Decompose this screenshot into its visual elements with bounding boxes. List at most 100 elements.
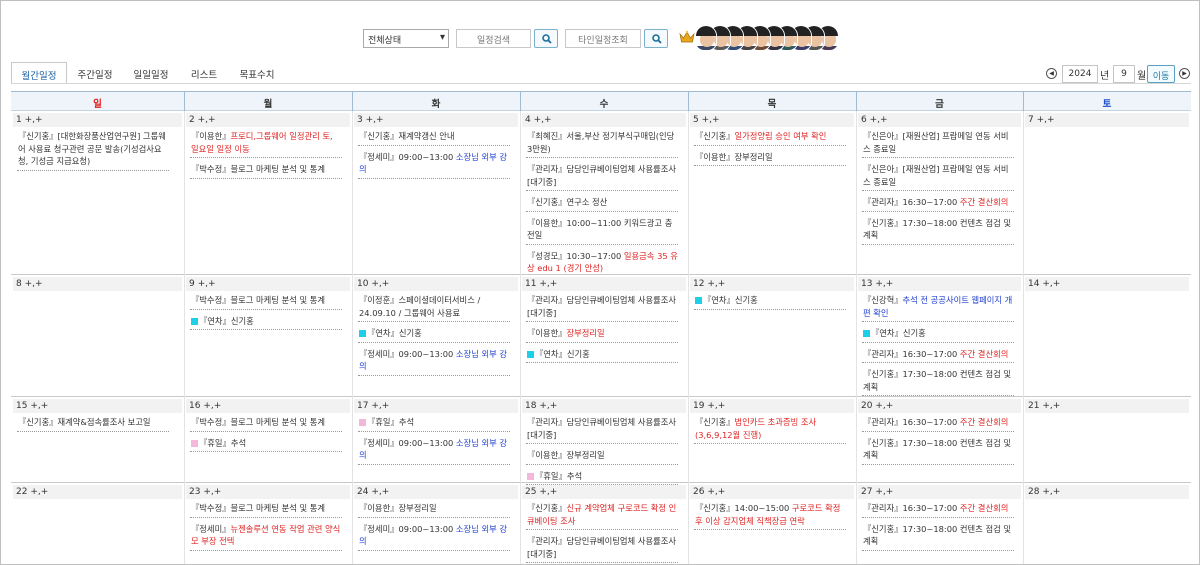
day-number[interactable]: 7 +,+ xyxy=(1028,115,1055,125)
day-number[interactable]: 24 +,+ xyxy=(357,487,389,497)
calendar-event[interactable]: 『박수정』블로그 마케팅 분석 및 통계 xyxy=(190,415,342,432)
day-number[interactable]: 14 +,+ xyxy=(1028,279,1060,289)
calendar-event[interactable]: 『관리자』16:30~17:00 주간 결산회의 xyxy=(862,415,1014,432)
calendar-event[interactable]: 『휴일』추석 xyxy=(358,415,510,432)
day-cell[interactable]: 22 +,+ xyxy=(11,483,184,564)
day-number[interactable]: 8 +,+ xyxy=(16,279,43,289)
day-number[interactable]: 19 +,+ xyxy=(693,401,725,411)
day-cell[interactable]: 14 +,+ xyxy=(1023,275,1191,397)
day-cell[interactable]: 17 +,+ 『휴일』추석 『정세미』09:00~13:00 소장님 외부 강의 xyxy=(352,397,520,483)
day-number[interactable]: 28 +,+ xyxy=(1028,487,1060,497)
day-number[interactable]: 3 +,+ xyxy=(357,115,384,125)
calendar-event[interactable]: 『신기홍』[대한화장품산업연구원] 그룹웨어 사용료 청구관련 공문 발송(기성… xyxy=(17,129,169,171)
day-number[interactable]: 5 +,+ xyxy=(693,115,720,125)
day-number[interactable]: 12 +,+ xyxy=(693,279,725,289)
calendar-event[interactable]: 『관리자』담당인큐베이팅업체 사용률조사 [대기중] xyxy=(526,534,678,563)
day-cell[interactable]: 21 +,+ xyxy=(1023,397,1191,483)
day-number[interactable]: 1 +,+ xyxy=(16,115,43,125)
day-cell[interactable]: 19 +,+ 『신기홍』법인카드 초과증빙 조사 (3,6,9,12월 진행) xyxy=(688,397,856,483)
calendar-event[interactable]: 『이용한』프로디,그룹웨어 일정관리 토, 일요일 일정 이동 xyxy=(190,129,342,158)
year-input[interactable]: 2024 xyxy=(1062,65,1098,83)
calendar-event[interactable]: 『신기홍』법인카드 초과증빙 조사 (3,6,9,12월 진행) xyxy=(694,415,846,444)
calendar-event[interactable]: 『관리자』16:30~17:00 주간 결산회의 xyxy=(862,195,1014,212)
calendar-event[interactable]: 『신기홍』재계약&점속률조사 보고일 xyxy=(17,415,169,432)
calendar-event[interactable]: 『신기홍』연구소 정산 xyxy=(526,195,678,212)
calendar-event[interactable]: 『신기홍』17:30~18:00 컨텐츠 점검 및 계획 xyxy=(862,522,1014,551)
calendar-event[interactable]: 『신기홍』14:00~15:00 구로코드 확정 후 이상 감지업체 직책장급 … xyxy=(694,501,846,530)
day-cell[interactable]: 23 +,+ 『박수정』블로그 마케팅 분석 및 통계 『정세미』뉴젠솔루션 연동 … xyxy=(184,483,352,564)
day-number[interactable]: 2 +,+ xyxy=(189,115,216,125)
prev-month-icon[interactable]: ◀ xyxy=(1046,68,1057,79)
calendar-event[interactable]: 『박수정』블로그 마케팅 분석 및 통계 xyxy=(190,162,342,179)
day-cell[interactable]: 13 +,+ 『신강혁』추석 전 공공사이트 웹페이지 개편 확인 『연차』신기홍 『… xyxy=(856,275,1023,397)
day-number[interactable]: 25 +,+ xyxy=(525,487,557,497)
tab-4[interactable]: 리스트 xyxy=(179,62,229,84)
calendar-event[interactable]: 『성경모』10:30~17:00 일용금속 35 유상 edu 1 (경기 안성… xyxy=(526,249,678,278)
day-number[interactable]: 16 +,+ xyxy=(189,401,221,411)
calendar-event[interactable]: 『정세미』09:00~13:00 소장님 외부 강의 xyxy=(358,436,510,465)
calendar-event[interactable]: 『이용한』10:00~11:00 키워드광고 충전일 xyxy=(526,216,678,245)
day-number[interactable]: 11 +,+ xyxy=(525,279,557,289)
other-schedule-search-button[interactable] xyxy=(644,29,668,48)
calendar-event[interactable]: 『신기홍』일가정양립 승인 여부 확인 xyxy=(694,129,846,146)
day-number[interactable]: 9 +,+ xyxy=(189,279,216,289)
calendar-event[interactable]: 『신강혁』추석 전 공공사이트 웹페이지 개편 확인 xyxy=(862,293,1014,322)
day-cell[interactable]: 16 +,+ 『박수정』블로그 마케팅 분석 및 통계 『휴일』추석 xyxy=(184,397,352,483)
day-number[interactable]: 26 +,+ xyxy=(693,487,725,497)
day-cell[interactable]: 4 +,+ 『최혜진』서울,부산 정기부식구매입(인당3만원) 『관리자』담당인큐베… xyxy=(520,111,688,278)
tab-2[interactable]: 주간일정 xyxy=(67,62,123,84)
calendar-event[interactable]: 『연차』신기홍 xyxy=(862,326,1014,343)
month-input[interactable]: 9 xyxy=(1113,65,1135,83)
day-number[interactable]: 27 +,+ xyxy=(861,487,893,497)
calendar-event[interactable]: 『연차』신기홍 xyxy=(694,293,846,310)
day-number[interactable]: 13 +,+ xyxy=(861,279,893,289)
day-number[interactable]: 15 +,+ xyxy=(16,401,48,411)
calendar-event[interactable]: 『신기홍』17:30~18:00 컨텐츠 점검 및 계획 xyxy=(862,216,1014,245)
calendar-event[interactable]: 『신기홍』신규 계약업체 구로코드 확정 인큐베이팅 조사 xyxy=(526,501,678,530)
member-avatar[interactable] xyxy=(695,25,717,51)
day-number[interactable]: 21 +,+ xyxy=(1028,401,1060,411)
calendar-event[interactable]: 『이용한』장부정리일 xyxy=(526,326,678,343)
calendar-event[interactable]: 『박수정』블로그 마케팅 분석 및 통계 xyxy=(190,501,342,518)
calendar-event[interactable]: 『신은아』[재원산업] 프랍메일 연동 서비스 종료일 xyxy=(862,129,1014,158)
go-button[interactable]: 이동 xyxy=(1147,65,1175,83)
calendar-event[interactable]: 『이용한』장부정리일 xyxy=(358,501,510,518)
day-cell[interactable]: 18 +,+ 『관리자』담당인큐베이팅업체 사용률조사 [대기중] 『이용한』장부정… xyxy=(520,397,688,485)
day-cell[interactable]: 25 +,+ 『신기홍』신규 계약업체 구로코드 확정 인큐베이팅 조사 『관리자』… xyxy=(520,483,688,564)
day-cell[interactable]: 2 +,+ 『이용한』프로디,그룹웨어 일정관리 토, 일요일 일정 이동 『박수정… xyxy=(184,111,352,275)
day-number[interactable]: 6 +,+ xyxy=(861,115,888,125)
status-select[interactable]: 전체상태 ▾ xyxy=(363,29,449,48)
calendar-event[interactable]: 『관리자』16:30~17:00 주간 결산회의 xyxy=(862,501,1014,518)
schedule-search-button[interactable] xyxy=(534,29,558,48)
day-number[interactable]: 18 +,+ xyxy=(525,401,557,411)
day-number[interactable]: 20 +,+ xyxy=(861,401,893,411)
calendar-event[interactable]: 『정세미』09:00~13:00 소장님 외부 강의 xyxy=(358,347,510,376)
next-month-icon[interactable]: ▶ xyxy=(1179,68,1190,79)
day-cell[interactable]: 5 +,+ 『신기홍』일가정양립 승인 여부 확인 『이용한』장부정리일 xyxy=(688,111,856,275)
day-cell[interactable]: 27 +,+ 『관리자』16:30~17:00 주간 결산회의 『신기홍』17:30… xyxy=(856,483,1023,564)
day-number[interactable]: 4 +,+ xyxy=(525,115,552,125)
schedule-search-input[interactable]: 일정검색 xyxy=(456,29,531,48)
calendar-event[interactable]: 『정세미』뉴젠솔루션 연동 작업 관련 양식모 부장 전텍 xyxy=(190,522,342,551)
calendar-event[interactable]: 『신기홍』17:30~18:00 컨텐츠 점검 및 계획 xyxy=(862,436,1014,465)
calendar-event[interactable]: 『이용한』장부정리일 xyxy=(694,150,846,166)
calendar-event[interactable]: 『연차』신기홍 xyxy=(190,314,342,330)
day-cell[interactable]: 6 +,+ 『신은아』[재원산업] 프랍메일 연동 서비스 종료일 『신은아』[재원… xyxy=(856,111,1023,275)
day-number[interactable]: 17 +,+ xyxy=(357,401,389,411)
day-cell[interactable]: 10 +,+ 『이정훈』스페이셜데이터서비스 / 24.09.10 / 그룹웨어 … xyxy=(352,275,520,397)
day-cell[interactable]: 3 +,+ 『신기홍』재계약갱신 안내 『정세미』09:00~13:00 소장님 외… xyxy=(352,111,520,275)
day-cell[interactable]: 1 +,+ 『신기홍』[대한화장품산업연구원] 그룹웨어 사용료 청구관련 공문 … xyxy=(11,111,184,275)
calendar-event[interactable]: 『연차』신기홍 xyxy=(526,347,678,363)
day-cell[interactable]: 11 +,+ 『관리자』담당인큐베이팅업체 사용률조사 [대기중] 『이용한』장부정… xyxy=(520,275,688,397)
day-cell[interactable]: 12 +,+ 『연차』신기홍 xyxy=(688,275,856,397)
calendar-event[interactable]: 『관리자』담당인큐베이팅업체 사용률조사 [대기중] xyxy=(526,415,678,444)
day-cell[interactable]: 9 +,+ 『박수정』블로그 마케팅 분석 및 통계 『연차』신기홍 xyxy=(184,275,352,397)
day-cell[interactable]: 8 +,+ xyxy=(11,275,184,397)
calendar-event[interactable]: 『최혜진』서울,부산 정기부식구매입(인당3만원) xyxy=(526,129,678,158)
day-cell[interactable]: 20 +,+ 『관리자』16:30~17:00 주간 결산회의 『신기홍』17:30… xyxy=(856,397,1023,483)
calendar-event[interactable]: 『신기홍』17:30~18:00 컨텐츠 점검 및 계획 xyxy=(862,367,1014,396)
calendar-event[interactable]: 『이용한』장부정리일 xyxy=(526,448,678,465)
calendar-event[interactable]: 『휴일』추석 xyxy=(190,436,342,452)
day-cell[interactable]: 7 +,+ xyxy=(1023,111,1191,275)
day-cell[interactable]: 28 +,+ xyxy=(1023,483,1191,564)
